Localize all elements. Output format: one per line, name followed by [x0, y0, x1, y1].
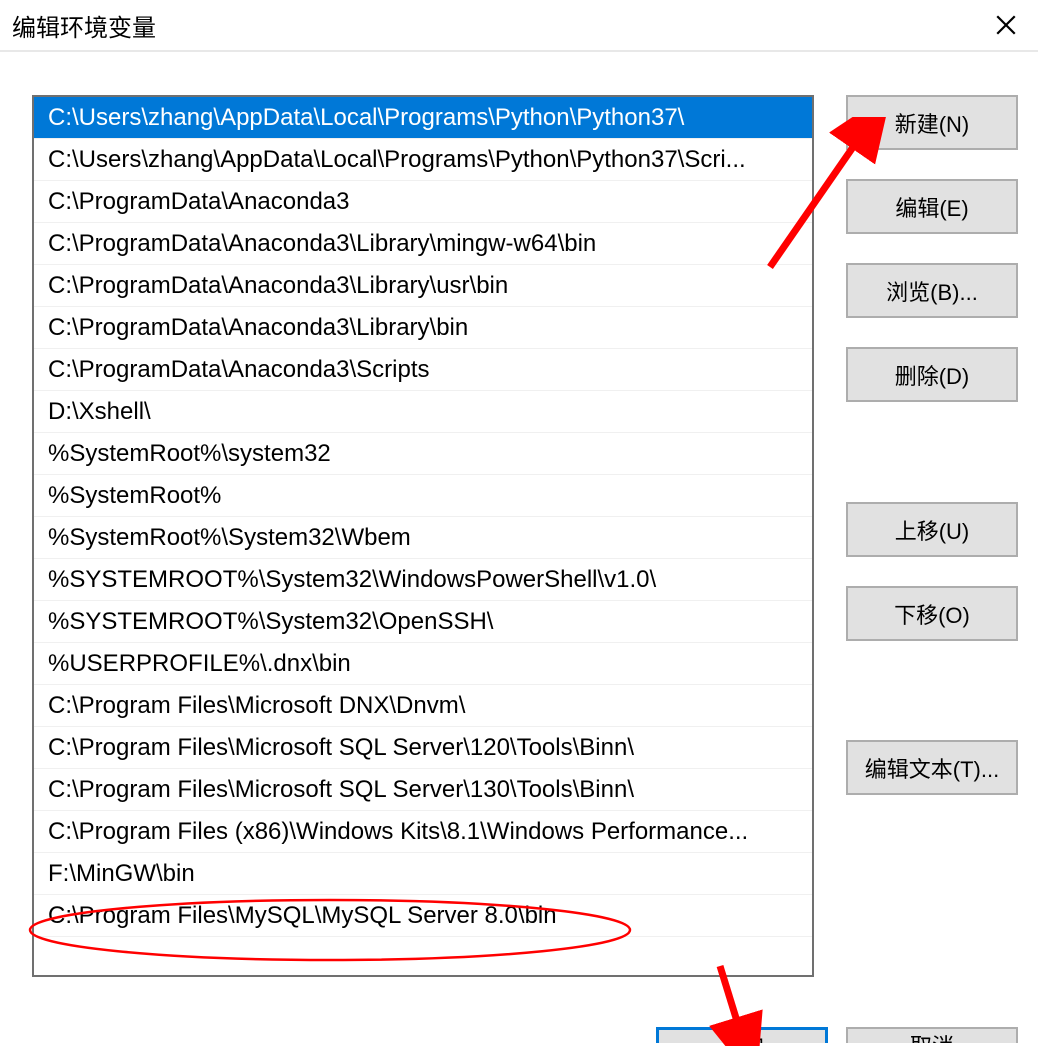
- path-list-item[interactable]: %USERPROFILE%\.dnx\bin: [34, 643, 812, 685]
- path-list-item[interactable]: C:\Program Files\MySQL\MySQL Server 8.0\…: [34, 895, 812, 937]
- move-up-button[interactable]: 上移(U): [846, 502, 1018, 557]
- path-list-item[interactable]: C:\ProgramData\Anaconda3\Library\mingw-w…: [34, 223, 812, 265]
- edit-text-button[interactable]: 编辑文本(T)...: [846, 740, 1018, 795]
- titlebar: 编辑环境变量: [0, 0, 1038, 52]
- path-list-item[interactable]: D:\Xshell\: [34, 391, 812, 433]
- path-list-item[interactable]: %SystemRoot%: [34, 475, 812, 517]
- path-list-item[interactable]: C:\ProgramData\Anaconda3\Library\usr\bin: [34, 265, 812, 307]
- path-list-item[interactable]: %SystemRoot%\system32: [34, 433, 812, 475]
- path-listbox[interactable]: C:\Users\zhang\AppData\Local\Programs\Py…: [32, 95, 814, 977]
- browse-button[interactable]: 浏览(B)...: [846, 263, 1018, 318]
- edit-button[interactable]: 编辑(E): [846, 179, 1018, 234]
- close-icon: [996, 15, 1016, 35]
- path-list-item[interactable]: C:\ProgramData\Anaconda3\Library\bin: [34, 307, 812, 349]
- close-button[interactable]: [986, 5, 1026, 45]
- path-list-item[interactable]: C:\Program Files\Microsoft SQL Server\12…: [34, 727, 812, 769]
- path-list-item[interactable]: C:\ProgramData\Anaconda3: [34, 181, 812, 223]
- delete-button[interactable]: 删除(D): [846, 347, 1018, 402]
- path-list-item[interactable]: C:\Program Files\Microsoft DNX\Dnvm\: [34, 685, 812, 727]
- move-down-button[interactable]: 下移(O): [846, 586, 1018, 641]
- button-column: 新建(N) 编辑(E) 浏览(B)... 删除(D) 上移(U) 下移(O) 编…: [846, 95, 1018, 1043]
- path-list-item[interactable]: C:\ProgramData\Anaconda3\Scripts: [34, 349, 812, 391]
- path-list-item[interactable]: %SYSTEMROOT%\System32\WindowsPowerShell\…: [34, 559, 812, 601]
- dialog-content: C:\Users\zhang\AppData\Local\Programs\Py…: [32, 95, 1018, 1043]
- path-list-item[interactable]: C:\Program Files\Microsoft SQL Server\13…: [34, 769, 812, 811]
- path-list-item[interactable]: C:\Users\zhang\AppData\Local\Programs\Py…: [34, 139, 812, 181]
- path-list-item[interactable]: %SYSTEMROOT%\System32\OpenSSH\: [34, 601, 812, 643]
- path-list-item[interactable]: C:\Users\zhang\AppData\Local\Programs\Py…: [34, 97, 812, 139]
- dialog-footer: 确定 取消: [656, 1027, 1018, 1043]
- path-list-item[interactable]: %SystemRoot%\System32\Wbem: [34, 517, 812, 559]
- path-list-item[interactable]: C:\Program Files (x86)\Windows Kits\8.1\…: [34, 811, 812, 853]
- cancel-button[interactable]: 取消: [846, 1027, 1018, 1043]
- window-title: 编辑环境变量: [12, 8, 156, 43]
- ok-button[interactable]: 确定: [656, 1027, 828, 1043]
- path-list-item[interactable]: F:\MinGW\bin: [34, 853, 812, 895]
- new-button[interactable]: 新建(N): [846, 95, 1018, 150]
